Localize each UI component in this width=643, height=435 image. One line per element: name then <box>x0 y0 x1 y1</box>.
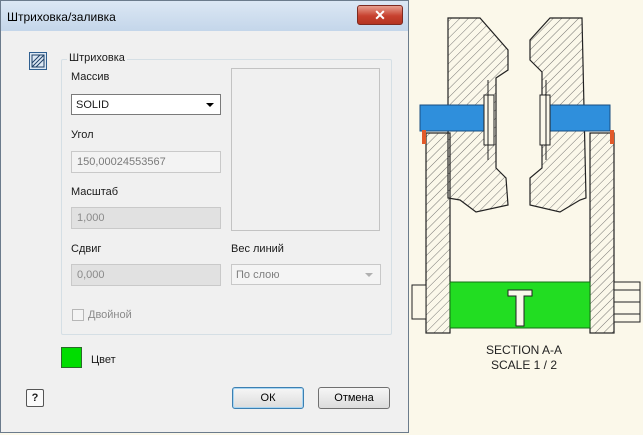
close-button[interactable]: ✕ <box>357 5 403 25</box>
left-blue-shaft <box>419 104 485 132</box>
angle-label: Угол <box>71 129 94 141</box>
double-label: Двойной <box>88 309 132 321</box>
pattern-select-value: SOLID <box>76 99 110 111</box>
chevron-down-icon <box>206 103 214 107</box>
chevron-down-icon <box>365 273 373 277</box>
left-orange-pin <box>422 130 426 144</box>
hatch-pattern-icon <box>31 54 45 68</box>
lineweight-select-value: По слою <box>236 269 280 281</box>
offset-label: Сдвиг <box>71 243 102 255</box>
right-side-plate <box>589 132 615 334</box>
hatch-icon[interactable] <box>29 52 47 70</box>
left-side-plate <box>425 132 451 334</box>
color-swatch-button[interactable] <box>61 347 82 368</box>
right-blue-shaft <box>549 104 611 132</box>
offset-input[interactable]: 0,000 <box>71 264 221 286</box>
double-checkbox[interactable] <box>72 309 84 321</box>
scale-input[interactable]: 1,000 <box>71 207 221 229</box>
hatch-group-title: Штриховка <box>67 52 127 64</box>
dialog-titlebar[interactable]: Штриховка/заливка ✕ <box>1 1 408 31</box>
left-bolt-head <box>411 284 427 320</box>
cad-section-drawing: SECTION A-A SCALE 1 / 2 <box>410 0 643 435</box>
lineweight-label: Вес линий <box>231 243 284 255</box>
pattern-select[interactable]: SOLID <box>71 94 221 115</box>
section-scale-text: SCALE 1 / 2 <box>491 358 557 372</box>
section-title-text: SECTION A-A <box>486 343 562 357</box>
hatch-fill-dialog: Штриховка/заливка ✕ Штриховка Массив SOL… <box>0 0 409 433</box>
dialog-title: Штриховка/заливка <box>7 10 116 24</box>
scale-label: Масштаб <box>71 186 119 198</box>
left-bushing <box>483 94 495 146</box>
right-bushing <box>539 94 551 146</box>
lineweight-select[interactable]: По слою <box>231 264 381 285</box>
cancel-button[interactable]: Отмена <box>318 387 390 409</box>
color-label: Цвет <box>91 354 116 366</box>
help-button[interactable]: ? <box>26 389 44 407</box>
hatch-preview <box>231 68 380 231</box>
pattern-label: Массив <box>71 71 110 83</box>
ok-button[interactable]: ОК <box>232 387 304 409</box>
angle-input[interactable]: 150,00024553567 <box>71 151 221 173</box>
right-orange-pin <box>610 130 614 144</box>
